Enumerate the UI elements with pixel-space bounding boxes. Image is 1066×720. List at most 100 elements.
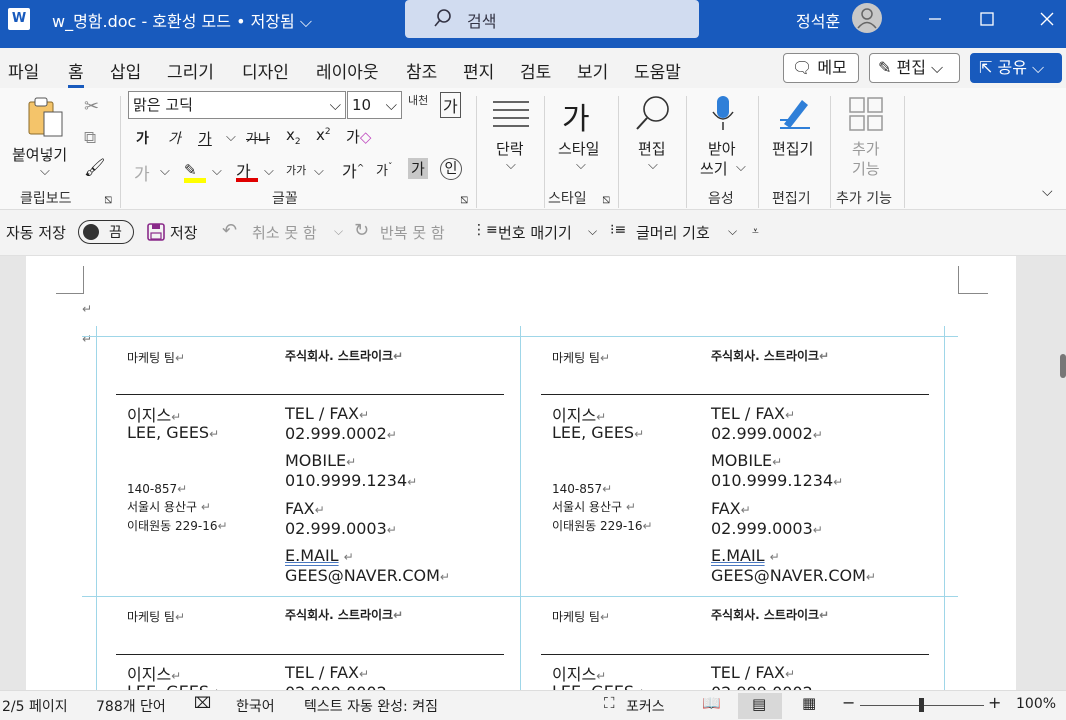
font-color-button[interactable]: 가 xyxy=(236,158,258,184)
zoom-out-icon[interactable]: − xyxy=(842,693,855,712)
enclose-character-icon[interactable]: 가 xyxy=(440,92,461,118)
card-company: 주식회사. 스트라이크↵ xyxy=(285,349,404,363)
business-card: 마케팅 팀↵ 주식회사. 스트라이크↵ 이지스↵ LEE, GEES↵ TEL … xyxy=(26,596,520,690)
web-layout-icon[interactable]: ▦ xyxy=(802,694,816,712)
vertical-scrollbar-thumb[interactable] xyxy=(1060,354,1066,378)
tab-references[interactable]: 참조 xyxy=(406,58,437,83)
avatar[interactable] xyxy=(852,3,882,33)
chevron-down-icon: ⌵ xyxy=(314,164,324,179)
font-size-select[interactable]: 10 ⌵ xyxy=(347,91,402,119)
card-zip: 140-857↵ xyxy=(127,482,188,496)
grow-font-icon[interactable]: 가^ xyxy=(342,158,364,182)
card-tel: 02.999.0002↵ xyxy=(711,424,823,443)
paste-button[interactable]: 붙여넣기 ⌵ xyxy=(10,94,76,182)
card-tel: 02.999.0002↵ xyxy=(711,683,823,690)
shrink-font-icon[interactable]: 가ˇ xyxy=(376,160,392,179)
search-icon xyxy=(434,9,451,27)
bold-icon[interactable]: 가 xyxy=(136,128,149,148)
word-count[interactable]: 788개 단어 xyxy=(96,696,166,716)
underline-icon[interactable]: 가 xyxy=(198,128,212,149)
tab-file[interactable]: 파일 xyxy=(8,58,39,83)
tab-mailings[interactable]: 편지 xyxy=(463,58,494,83)
document-page[interactable]: ↵ ↵ 마케팅 팀↵ 주식회사. 스트라이크↵ 이지스↵ LEE, GEES↵ … xyxy=(26,256,1016,690)
tab-review[interactable]: 검토 xyxy=(520,58,551,83)
save-icon[interactable] xyxy=(146,222,166,242)
text-autocomplete[interactable]: 텍스트 자동 완성: 켜짐 xyxy=(304,696,438,716)
chevron-down-icon[interactable]: ⌵ xyxy=(588,224,597,239)
bullets-label[interactable]: 글머리 기호 xyxy=(636,222,710,243)
dialog-launcher-icon[interactable]: ⧅ xyxy=(460,192,468,207)
font-name-select[interactable]: 맑은 고딕 ⌵ xyxy=(128,91,346,119)
zoom-slider-thumb[interactable] xyxy=(919,698,924,712)
editing-mode-button[interactable]: ✎ 편집 ⌵ xyxy=(869,53,960,83)
person-icon xyxy=(857,8,877,29)
tab-home[interactable]: 홈 xyxy=(68,58,84,88)
chevron-down-icon: ⌵ xyxy=(226,130,236,145)
minimize-button[interactable] xyxy=(920,6,950,32)
tab-view[interactable]: 보기 xyxy=(577,58,608,83)
editor-button[interactable]: 편집기 xyxy=(766,92,824,182)
search-box[interactable]: 검색 xyxy=(405,0,699,38)
language[interactable]: 한국어 xyxy=(236,696,275,716)
text-effects-icon[interactable]: 가 xyxy=(134,160,150,185)
copy-icon[interactable]: ⧉ xyxy=(84,128,96,148)
strikethrough-icon[interactable]: 가나 xyxy=(246,128,270,147)
cut-icon[interactable]: ✂ xyxy=(84,96,99,117)
ribbon: 붙여넣기 ⌵ ✂ ⧉ 🖌 클립보드 ⧅ 맑은 고딕 ⌵ 10 ⌵ 내천 가 가 … xyxy=(0,88,1066,210)
focus-icon[interactable]: ⛶ xyxy=(604,694,615,712)
tab-draw[interactable]: 그리기 xyxy=(167,58,214,83)
italic-icon[interactable]: 가 xyxy=(168,128,181,148)
bullets-icon[interactable]: ⁝≡ xyxy=(610,222,626,238)
undo-label[interactable]: 취소 못 함 xyxy=(252,222,317,243)
customize-toolbar-icon[interactable]: ⩡ xyxy=(752,224,759,239)
maximize-button[interactable] xyxy=(972,6,1002,32)
save-label[interactable]: 저장 xyxy=(170,222,198,243)
page-count[interactable]: 2/5 페이지 xyxy=(2,696,68,716)
undo-icon[interactable]: ↶ xyxy=(222,220,237,241)
clear-formatting-icon[interactable]: 가◇ xyxy=(346,126,371,147)
paragraph-button[interactable]: 단락 ⌵ xyxy=(486,94,536,184)
redo-label[interactable]: 반복 못 함 xyxy=(380,222,445,243)
phonetic-guide-icon[interactable]: 내천 xyxy=(408,92,428,108)
share-button[interactable]: ⇱ 공유 ⌵ xyxy=(970,53,1062,83)
tab-layout[interactable]: 레이아웃 xyxy=(316,58,379,83)
user-name[interactable]: 정석훈 xyxy=(796,8,840,32)
collapse-ribbon-icon[interactable]: ⌵ xyxy=(1042,184,1053,200)
styles-button[interactable]: 가 스타일 ⌵ xyxy=(552,92,610,182)
find-edit-button[interactable]: 편집 ⌵ xyxy=(628,92,678,182)
tab-insert[interactable]: 삽입 xyxy=(110,58,141,83)
document-title[interactable]: w_명함.doc - 호환성 모드 • 저장됨 ⌵ xyxy=(52,8,312,32)
highlight-color-button[interactable]: ✎ xyxy=(184,160,206,184)
chevron-down-icon[interactable]: ⌵ xyxy=(728,224,737,239)
change-case-icon[interactable]: 가가 xyxy=(286,162,306,178)
enclosed-characters-icon[interactable]: 인 xyxy=(440,158,462,180)
chevron-down-icon[interactable]: ⌵ xyxy=(334,224,343,239)
dialog-launcher-icon[interactable]: ⧅ xyxy=(104,192,112,207)
document-canvas[interactable]: ↵ ↵ 마케팅 팀↵ 주식회사. 스트라이크↵ 이지스↵ LEE, GEES↵ … xyxy=(0,256,1066,690)
dialog-launcher-icon[interactable]: ⧅ xyxy=(602,192,610,207)
zoom-level[interactable]: 100% xyxy=(1016,696,1056,712)
comments-label: 메모 xyxy=(817,58,847,77)
read-mode-icon[interactable]: 📖 xyxy=(702,694,721,712)
add-ins-label-1: 추가 xyxy=(852,140,880,158)
autosave-toggle[interactable]: 끔 xyxy=(78,220,134,244)
character-shading-icon[interactable]: 가 xyxy=(408,158,428,179)
tab-design[interactable]: 디자인 xyxy=(242,58,289,83)
superscript-icon[interactable]: x2 xyxy=(316,126,331,144)
print-layout-button[interactable]: ▤ xyxy=(738,693,782,719)
add-ins-button[interactable]: 추가 기능 xyxy=(838,92,896,182)
close-button[interactable] xyxy=(1032,6,1062,32)
proofing-icon[interactable]: ⌧ xyxy=(194,694,211,712)
card-tel: 02.999.0002↵ xyxy=(285,683,397,690)
dictate-button[interactable]: 받아 쓰기 ⌵ xyxy=(696,92,750,182)
redo-icon[interactable]: ↻ xyxy=(354,220,369,241)
format-painter-icon[interactable]: 🖌 xyxy=(84,158,106,178)
subscript-icon[interactable]: x2 xyxy=(286,126,301,147)
numbering-icon[interactable]: ⋮≡ xyxy=(472,222,498,238)
tab-help[interactable]: 도움말 xyxy=(634,58,681,83)
comments-button[interactable]: 🗨 메모 xyxy=(783,53,859,83)
focus-label[interactable]: 포커스 xyxy=(626,696,665,716)
card-company: 주식회사. 스트라이크↵ xyxy=(711,349,830,363)
zoom-in-icon[interactable]: + xyxy=(988,693,1001,712)
numbering-label[interactable]: 번호 매기기 xyxy=(498,222,572,243)
